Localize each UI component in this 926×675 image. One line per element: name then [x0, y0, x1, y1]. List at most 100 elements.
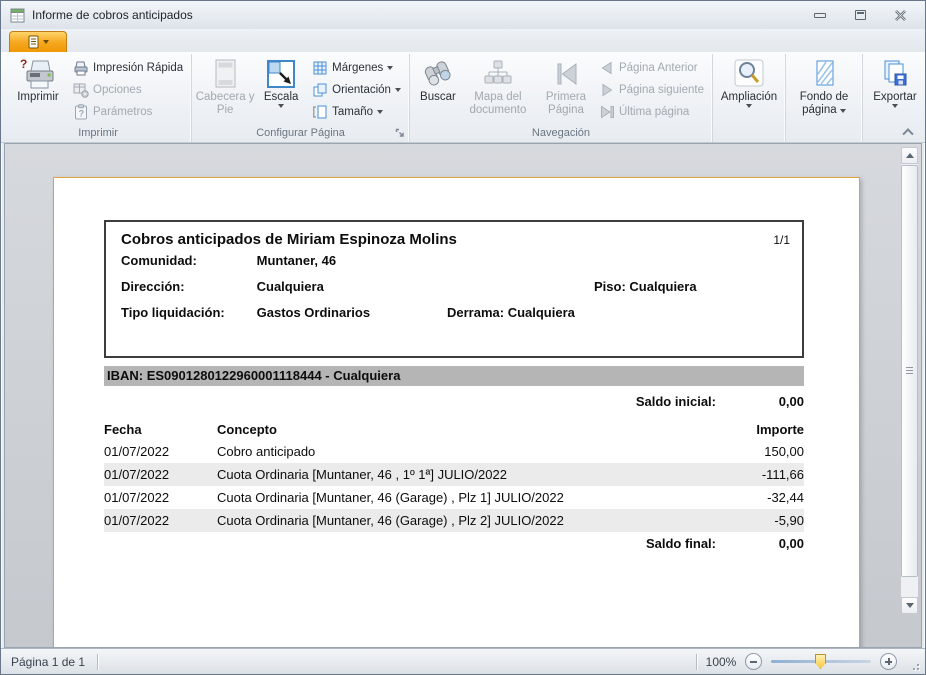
collapse-ribbon-button[interactable] — [904, 127, 915, 134]
zoom-percent: 100% — [697, 655, 745, 669]
statusbar-separator — [97, 654, 98, 670]
group-label-exportar — [866, 139, 924, 142]
field-tipo-liquidacion: Tipo liquidación: Gastos Ordinarios Derr… — [106, 300, 802, 326]
size-label: Tamaño — [332, 106, 373, 118]
page-background-icon — [809, 57, 839, 91]
chevron-down-icon — [395, 88, 401, 92]
document-map-button[interactable]: Mapa del documento — [463, 55, 533, 119]
scale-button[interactable]: Escala — [255, 55, 307, 119]
field-comunidad: Comunidad: Muntaner, 46 — [106, 248, 802, 274]
report-page: Cobros anticipados de Miriam Espinoza Mo… — [53, 177, 860, 648]
last-page-icon — [599, 104, 615, 120]
chevron-down-icon — [278, 104, 284, 108]
close-icon — [894, 10, 907, 21]
orientation-button[interactable]: Orientación — [307, 80, 406, 100]
previous-page-label: Página Anterior — [619, 62, 698, 74]
first-page-label: Primera Página — [538, 91, 594, 117]
restore-button[interactable] — [847, 7, 873, 23]
export-button[interactable]: Exportar — [866, 55, 924, 119]
first-page-button[interactable]: Primera Página — [538, 55, 594, 119]
report-icon — [10, 8, 26, 23]
saldo-inicial-label: Saldo inicial: — [636, 392, 716, 412]
zoom-label: Ampliación — [721, 91, 777, 104]
scroll-down-button[interactable] — [901, 597, 918, 614]
window-controls — [807, 7, 919, 23]
options-button[interactable]: Opciones — [68, 80, 188, 100]
size-button[interactable]: Tamaño — [307, 102, 406, 122]
previous-page-icon — [599, 60, 615, 76]
preview-area: Cobros anticipados de Miriam Espinoza Mo… — [4, 143, 922, 648]
print-button-label: Imprimir — [17, 91, 59, 104]
chevron-down-icon — [840, 109, 846, 113]
close-button[interactable] — [887, 7, 913, 23]
thumb-grip-icon — [906, 367, 913, 374]
export-icon — [879, 57, 911, 91]
saldo-inicial-value: 0,00 — [716, 392, 804, 412]
direccion-value: Cualquiera — [257, 279, 324, 294]
minimize-icon — [814, 13, 826, 18]
zoom-slider-thumb[interactable] — [815, 654, 826, 669]
chevron-down-icon — [387, 66, 393, 70]
table-row: 01/07/2022 Cobro anticipado 150,00 — [104, 440, 804, 463]
header-footer-button[interactable]: Cabecera y Pie — [195, 55, 255, 119]
search-button[interactable]: Buscar — [413, 55, 463, 119]
piso-value: Piso: Cualquiera — [594, 274, 697, 300]
group-label-navegacion: Navegación — [413, 127, 709, 142]
orientation-label: Orientación — [332, 84, 391, 96]
search-label: Buscar — [420, 91, 456, 104]
document-menu-icon — [27, 35, 40, 49]
group-label-imprimir: Imprimir — [8, 127, 188, 142]
page-info: Página 1 de 1 — [1, 655, 97, 669]
ribbon-group-navegacion: Buscar Mapa del documento — [409, 54, 712, 142]
minus-icon — [750, 661, 757, 663]
minimize-button[interactable] — [807, 7, 833, 23]
margins-label: Márgenes — [332, 62, 383, 74]
scrollbar-track[interactable] — [901, 164, 918, 597]
page-setup-dialog-launcher[interactable] — [395, 128, 406, 139]
triangle-up-icon — [906, 153, 914, 158]
quick-print-button[interactable]: Impresión Rápida — [68, 58, 188, 78]
column-importe: Importe — [714, 420, 804, 440]
zoom-slider-track[interactable] — [771, 660, 871, 663]
group-label-fondo — [789, 139, 859, 142]
vertical-scrollbar[interactable] — [901, 147, 918, 614]
document-map-label: Mapa del documento — [463, 91, 533, 117]
previous-page-button[interactable]: Página Anterior — [594, 58, 709, 78]
group-label-configurar: Configurar Página — [195, 127, 406, 142]
last-page-button[interactable]: Última página — [594, 102, 709, 122]
ribbon-group-exportar: Exportar — [862, 54, 926, 142]
ribbon-group-fondo: Fondo de página — [785, 54, 862, 142]
scale-icon — [265, 57, 297, 91]
resize-grip[interactable] — [907, 658, 920, 671]
zoom-out-button[interactable] — [745, 653, 762, 670]
parameters-label: Parámetros — [93, 106, 152, 118]
binoculars-icon — [420, 57, 456, 91]
header-footer-label: Cabecera y Pie — [195, 91, 255, 117]
zoom-button[interactable]: Ampliación — [716, 55, 782, 119]
next-page-button[interactable]: Página siguiente — [594, 80, 709, 100]
window-title: Informe de cobros anticipados — [32, 8, 193, 22]
report-header-box: Cobros anticipados de Miriam Espinoza Mo… — [104, 220, 804, 358]
group-label-ampliacion — [716, 139, 782, 142]
column-concepto: Concepto — [217, 420, 714, 440]
field-direccion: Dirección: Cualquiera Piso: Cualquiera — [106, 274, 802, 300]
next-page-label: Página siguiente — [619, 84, 704, 96]
printer-icon: ? — [20, 57, 56, 91]
scrollbar-thumb[interactable] — [901, 165, 918, 577]
print-button[interactable]: ? Imprimir — [8, 55, 68, 119]
report-title: Cobros anticipados de Miriam Espinoza Mo… — [121, 231, 457, 248]
margins-button[interactable]: Márgenes — [307, 58, 406, 78]
tipo-value: Gastos Ordinarios — [257, 305, 370, 320]
first-page-icon — [551, 57, 581, 91]
titlebar: Informe de cobros anticipados — [1, 1, 925, 29]
zoom-in-button[interactable] — [880, 653, 897, 670]
export-label: Exportar — [873, 91, 916, 104]
options-label: Opciones — [93, 84, 142, 96]
scroll-up-button[interactable] — [901, 147, 918, 164]
size-icon — [312, 104, 328, 120]
page-background-button[interactable]: Fondo de página — [789, 55, 859, 119]
triangle-down-icon — [906, 603, 914, 608]
file-menu-tab[interactable] — [9, 31, 67, 52]
parameters-button[interactable]: ? Parámetros — [68, 102, 188, 122]
app-window: Informe de cobros anticipados — [0, 0, 926, 675]
